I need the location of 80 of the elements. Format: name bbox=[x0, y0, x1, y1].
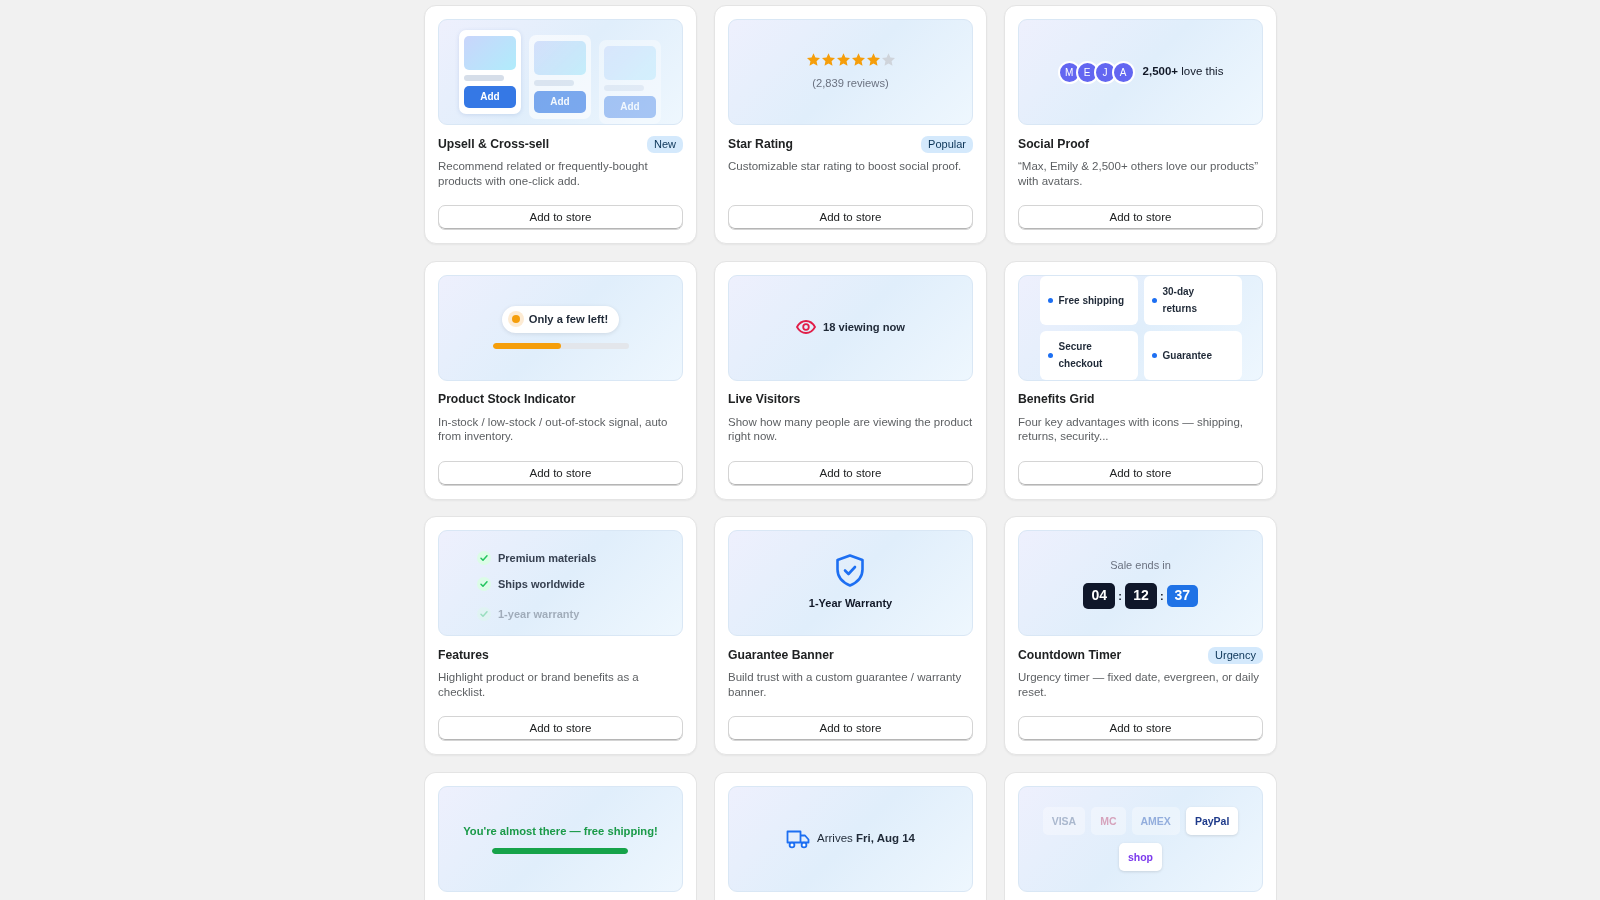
payment-badge: shop bbox=[1118, 842, 1163, 871]
add-to-store-button[interactable]: Add to store bbox=[728, 716, 973, 741]
shield-check-icon bbox=[835, 554, 866, 588]
image-placeholder bbox=[464, 36, 516, 70]
card-badge: New bbox=[647, 135, 683, 153]
payment-badge: PayPal bbox=[1185, 806, 1239, 835]
payment-badge: MC bbox=[1091, 806, 1126, 835]
add-to-store-button[interactable]: Add to store bbox=[438, 205, 683, 230]
delivery-estimate: Arrives Fri, Aug 14 bbox=[817, 830, 915, 846]
star-icon bbox=[866, 52, 880, 66]
countdown-digits: 12 bbox=[1125, 582, 1157, 609]
card-title: Social Proof bbox=[1018, 135, 1090, 153]
dot-icon bbox=[1047, 352, 1053, 358]
benefit-label: Free shipping bbox=[1058, 293, 1125, 308]
time-separator: : bbox=[1160, 588, 1164, 604]
card-description: “Max, Emily & 2,500+ others love our products” with avatars. bbox=[1018, 159, 1259, 188]
card-description: Recommend related or frequently-bought products with one-click add. bbox=[438, 159, 649, 188]
eye-icon bbox=[795, 320, 816, 335]
shipping-message: You're almost there — free shipping! bbox=[463, 823, 658, 839]
card-badge: Popular bbox=[921, 135, 973, 153]
dot-icon bbox=[507, 311, 524, 328]
check-icon bbox=[477, 577, 491, 591]
star-icon bbox=[851, 52, 865, 66]
card-badge: Urgency bbox=[1208, 646, 1263, 664]
dot-icon bbox=[1047, 297, 1053, 303]
card-description: Highlight product or brand benefits as a checklist. bbox=[438, 670, 640, 699]
star-icon bbox=[821, 52, 835, 66]
star-icon bbox=[806, 52, 820, 66]
star-icon bbox=[836, 52, 850, 66]
countdown-caption: Sale ends in bbox=[1110, 558, 1171, 574]
payment-badge: AMEX bbox=[1131, 806, 1180, 835]
card-title: Upsell & Cross-sell bbox=[438, 135, 550, 153]
dot-icon bbox=[1151, 352, 1157, 358]
add-button[interactable]: Add bbox=[464, 86, 516, 108]
add-to-store-button[interactable]: Add to store bbox=[1018, 205, 1263, 230]
card-title: Product Stock Indicator bbox=[438, 391, 576, 409]
card-description: Build trust with a custom guarantee / warranty banner. bbox=[728, 670, 963, 699]
benefit-label: Secure checkout bbox=[1058, 340, 1104, 371]
card-title: Live Visitors bbox=[728, 391, 801, 409]
benefit-label: 30-day returns bbox=[1162, 285, 1198, 316]
feature-label: 1-year warranty bbox=[498, 606, 580, 622]
card-description: Show how many people are viewing the product right now. bbox=[728, 414, 973, 444]
warranty-label: 1-Year Warranty bbox=[808, 596, 893, 612]
text-line-placeholder bbox=[534, 80, 574, 86]
add-to-store-button[interactable]: Add to store bbox=[728, 205, 973, 230]
check-icon bbox=[477, 607, 491, 621]
feature-label: Ships worldwide bbox=[498, 576, 585, 592]
text-line-placeholder bbox=[464, 75, 504, 81]
image-placeholder bbox=[604, 46, 656, 80]
social-proof-caption: 2,500+ love this bbox=[1142, 64, 1224, 80]
add-to-store-button[interactable]: Add to store bbox=[1018, 460, 1263, 486]
countdown-digits: 37 bbox=[1166, 584, 1198, 607]
payment-badge: VISA bbox=[1042, 806, 1086, 835]
check-icon bbox=[477, 551, 491, 565]
card-description: In-stock / low-stock / out-of-stock signal, auto from inventory. bbox=[438, 414, 669, 444]
card-title: Features bbox=[438, 646, 489, 664]
truck-icon bbox=[786, 828, 810, 849]
card-title: Countdown Timer bbox=[1018, 646, 1122, 664]
card-title: Benefits Grid bbox=[1018, 391, 1095, 409]
viewer-count: 18 viewing now bbox=[822, 320, 906, 336]
countdown-digits: 04 bbox=[1083, 582, 1116, 609]
card-description: Urgency timer — fixed date, evergreen, or daily reset. bbox=[1018, 670, 1260, 699]
add-to-store-button[interactable]: Add to store bbox=[438, 460, 683, 486]
image-placeholder bbox=[534, 41, 586, 75]
star-icon bbox=[881, 52, 895, 66]
card-description: Customizable star rating to boost social proof. bbox=[728, 159, 963, 174]
card-description: Four key advantages with icons — shipping, returns, security... bbox=[1018, 414, 1244, 444]
feature-label: Premium materials bbox=[498, 550, 597, 566]
review-count: (2,839 reviews) bbox=[812, 75, 889, 91]
add-to-store-button[interactable]: Add to store bbox=[1018, 716, 1263, 741]
add-to-store-button[interactable]: Add to store bbox=[438, 716, 683, 741]
avatar-initial: A bbox=[1111, 60, 1135, 84]
stock-label: Only a few left! bbox=[528, 312, 609, 328]
card-title: Guarantee Banner bbox=[728, 646, 834, 664]
dot-icon bbox=[1151, 297, 1157, 303]
add-to-store-button[interactable]: Add to store bbox=[728, 460, 973, 486]
benefit-label: Guarantee bbox=[1162, 348, 1212, 363]
time-separator: : bbox=[1118, 588, 1122, 604]
avatar-initial: M bbox=[1057, 60, 1081, 84]
card-title: Star Rating bbox=[728, 135, 793, 153]
